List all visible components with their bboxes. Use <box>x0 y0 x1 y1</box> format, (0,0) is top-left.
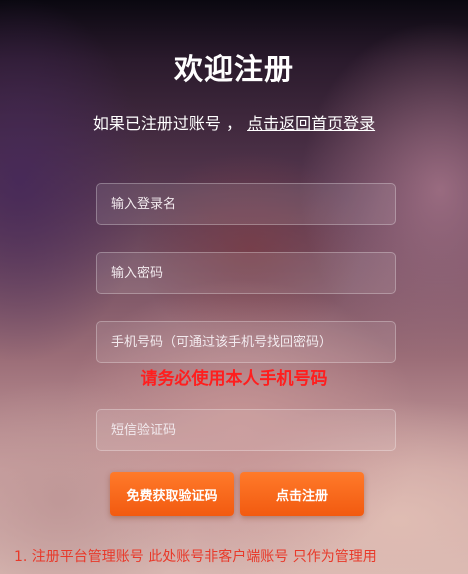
login-prompt-text: 如果已注册过账号 ， <box>92 114 248 133</box>
back-to-login-link[interactable]: 点击返回首页登录 <box>247 114 375 133</box>
login-prompt: 如果已注册过账号 ， 点击返回首页登录 <box>0 110 468 134</box>
phone-warning: 请务必使用本人手机号码 <box>140 369 328 389</box>
username-input[interactable] <box>96 183 396 225</box>
page-title: 欢迎注册 <box>173 52 294 86</box>
register-button[interactable]: 点击注册 <box>240 472 364 516</box>
get-code-button[interactable]: 免费获取验证码 <box>110 472 234 516</box>
registration-note: 1. 注册平台管理账号 此处账号非客户端账号 只作为管理用 <box>14 549 377 565</box>
sms-code-input[interactable] <box>96 409 396 451</box>
password-input[interactable] <box>96 252 396 294</box>
phone-input[interactable] <box>96 321 396 363</box>
